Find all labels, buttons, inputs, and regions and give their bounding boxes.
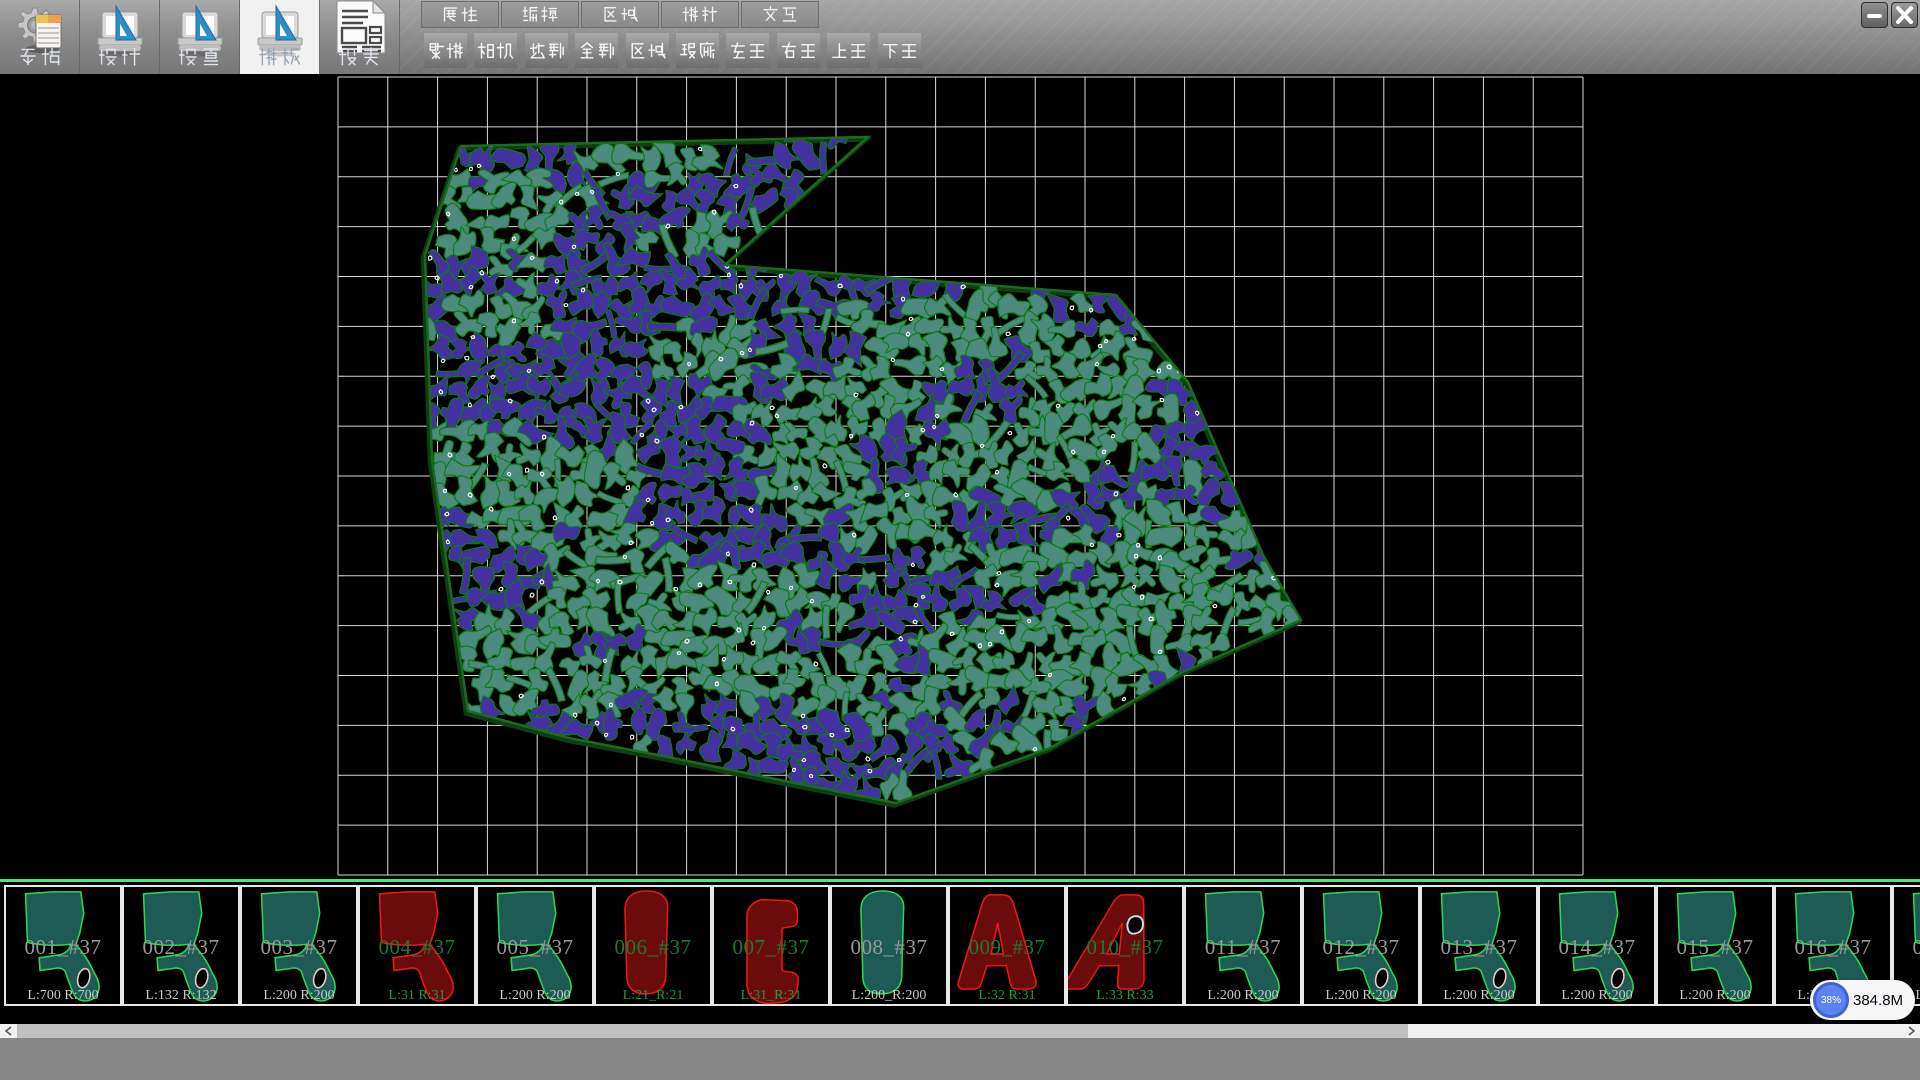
svg-text:L:700 R:700: L:700 R:700 — [27, 988, 98, 1003]
svg-text:003_#37: 003_#37 — [261, 935, 338, 959]
svg-text:L:31 R:31: L:31 R:31 — [388, 988, 445, 1003]
svg-text:L:200 R:200: L:200 R:200 — [499, 988, 570, 1003]
svg-text:008_#37: 008_#37 — [851, 935, 928, 959]
svg-text:009_#37: 009_#37 — [969, 935, 1046, 959]
svg-text:015_#37: 015_#37 — [1677, 935, 1754, 959]
svg-text:L:200 R:200: L:200 R:200 — [1561, 988, 1632, 1003]
svg-text:007_#37: 007_#37 — [733, 935, 810, 959]
svg-text:012_#37: 012_#37 — [1323, 935, 1400, 959]
svg-text:013_#37: 013_#37 — [1441, 935, 1518, 959]
svg-text:006_#37: 006_#37 — [615, 935, 692, 959]
svg-text:L:31_R:31: L:31_R:31 — [741, 988, 802, 1003]
svg-text:014_#37: 014_#37 — [1559, 935, 1636, 959]
svg-text:017_#37: 017_#37 — [1913, 935, 1920, 959]
svg-text:004_#37: 004_#37 — [379, 935, 456, 959]
svg-text:001_#37: 001_#37 — [25, 935, 102, 959]
svg-text:011_#37: 011_#37 — [1205, 935, 1281, 959]
svg-text:L:200_R:200: L:200_R:200 — [852, 988, 927, 1003]
svg-text:L:200 R:200: L:200 R:200 — [1325, 988, 1396, 1003]
svg-text:L:33 R:33: L:33 R:33 — [1096, 988, 1153, 1003]
svg-text:L:200 R:200: L:200 R:200 — [263, 988, 334, 1003]
svg-text:016_#37: 016_#37 — [1795, 935, 1872, 959]
svg-text:L:21_R:21: L:21_R:21 — [623, 988, 684, 1003]
svg-text:002_#37: 002_#37 — [143, 935, 220, 959]
svg-text:010_#37: 010_#37 — [1087, 935, 1164, 959]
svg-text:L:200 R:200: L:200 R:200 — [1207, 988, 1278, 1003]
svg-text:L:132 R:132: L:132 R:132 — [145, 988, 216, 1003]
svg-text:L:200 R:200: L:200 R:200 — [1443, 988, 1514, 1003]
svg-text:005_#37: 005_#37 — [497, 935, 574, 959]
svg-text:L:200 R:200: L:200 R:200 — [1679, 988, 1750, 1003]
svg-text:L:32 R:31: L:32 R:31 — [978, 988, 1035, 1003]
svg-text:L:200 R:200: L:200 R:200 — [1915, 988, 1920, 1003]
